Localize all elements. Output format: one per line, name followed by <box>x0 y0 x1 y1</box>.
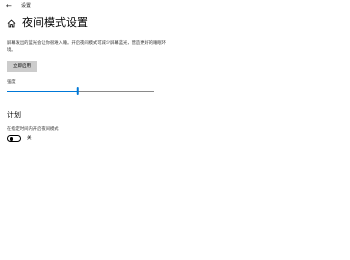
home-icon <box>7 19 16 27</box>
toggle-knob <box>9 137 14 141</box>
settings-window: ← 设置 夜间模式设置 屏幕发出的蓝光会让你很难入睡。开启夜间模式可减少屏幕蓝光… <box>0 0 350 260</box>
schedule-label: 在指定时间内开启夜间模式 <box>7 127 59 132</box>
slider-thumb[interactable] <box>76 87 79 95</box>
schedule-toggle[interactable] <box>7 135 21 142</box>
back-arrow-icon[interactable]: ← <box>6 1 12 11</box>
night-light-description: 屏幕发出的蓝光会让你很难入睡。开启夜间模式可减少屏幕蓝光，营造更好的睡眠环境。 <box>7 41 166 53</box>
window-title: 设置 <box>21 3 32 9</box>
slider-fill <box>7 90 78 92</box>
schedule-section-title: 计划 <box>7 111 21 119</box>
schedule-toggle-row: 关 <box>7 135 32 142</box>
slider-track <box>77 90 154 92</box>
enable-now-button[interactable]: 立即启用 <box>7 61 37 72</box>
page-header: 夜间模式设置 <box>7 14 88 32</box>
strength-slider[interactable] <box>7 87 154 95</box>
page-title: 夜间模式设置 <box>22 16 88 29</box>
strength-label: 强度 <box>7 80 16 85</box>
title-bar: ← 设置 <box>0 0 350 12</box>
toggle-state-label: 关 <box>27 136 32 141</box>
